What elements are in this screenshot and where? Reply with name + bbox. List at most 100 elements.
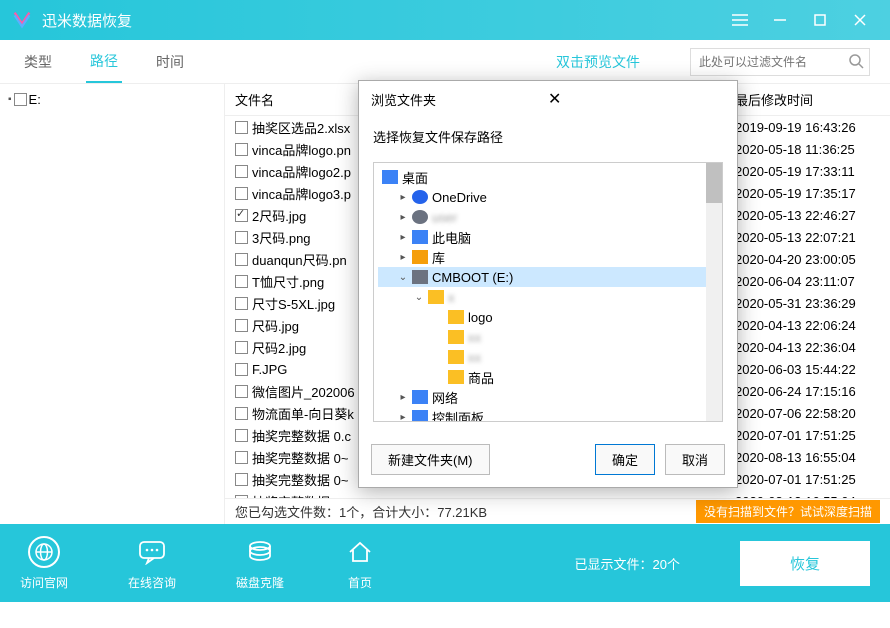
titlebar: 迅米数据恢复 xyxy=(0,0,890,40)
file-name: 抽奖区选品2.xlsx xyxy=(252,118,350,137)
bottom-website[interactable]: 访问官网 xyxy=(20,536,68,591)
file-date: 2020-07-01 17:51:25 xyxy=(725,428,890,443)
tab-path[interactable]: 路径 xyxy=(86,41,122,83)
dialog-title: 浏览文件夹 xyxy=(371,90,548,109)
home-icon xyxy=(344,536,376,568)
checkbox-icon[interactable] xyxy=(235,253,248,266)
file-name: 尺码2.jpg xyxy=(252,338,306,357)
ok-button[interactable]: 确定 xyxy=(595,444,655,475)
tree-thispc[interactable]: ▸此电脑 xyxy=(378,227,718,247)
cancel-button[interactable]: 取消 xyxy=(665,444,725,475)
tree-onedrive[interactable]: ▸OneDrive xyxy=(378,187,718,207)
disk-icon xyxy=(244,536,276,568)
checkbox-icon[interactable] xyxy=(235,385,248,398)
close-button[interactable] xyxy=(840,0,880,40)
tree-controlpanel[interactable]: ▸控制面板 xyxy=(378,407,718,422)
file-date: 2020-07-06 22:58:20 xyxy=(725,406,890,421)
checkbox-icon[interactable] xyxy=(235,143,248,156)
file-name: 抽奖完整数据 0~ xyxy=(252,470,348,489)
file-name: 物流面单-向日葵k xyxy=(252,404,354,423)
file-name: T恤尺寸.png xyxy=(252,272,324,291)
checkbox-icon[interactable] xyxy=(235,297,248,310)
file-name: 2尺码.jpg xyxy=(252,206,306,225)
shown-count: 已显示文件：20个 xyxy=(575,554,680,573)
tab-type[interactable]: 类型 xyxy=(20,42,56,82)
tree-folder-logo[interactable]: logo xyxy=(378,307,718,327)
file-name: F.JPG xyxy=(252,362,287,377)
file-row[interactable]: 抽奖完整数据 0~2020-08-13 16:55:04 xyxy=(225,490,890,498)
checkbox-icon[interactable] xyxy=(235,209,248,222)
folder-tree[interactable]: 桌面 ▸OneDrive ▸user ▸此电脑 ▸库 ⌄CMBOOT (E:) … xyxy=(373,162,723,422)
checkbox-icon[interactable] xyxy=(235,187,248,200)
search-input[interactable] xyxy=(690,48,870,76)
file-date: 2020-06-24 17:15:16 xyxy=(725,384,890,399)
checkbox-icon[interactable] xyxy=(235,231,248,244)
file-name: 抽奖完整数据 0.c xyxy=(252,426,351,445)
maximize-button[interactable] xyxy=(800,0,840,40)
file-date: 2020-05-31 23:36:29 xyxy=(725,296,890,311)
bottom-clone[interactable]: 磁盘克隆 xyxy=(236,536,284,591)
checkbox-icon[interactable] xyxy=(235,363,248,376)
file-date: 2020-05-18 11:36:25 xyxy=(725,142,890,157)
tabbar: 类型 路径 时间 双击预览文件 xyxy=(0,40,890,84)
col-date[interactable]: 最后修改时间 xyxy=(725,84,890,115)
menu-icon[interactable] xyxy=(720,0,760,40)
deep-scan-hint[interactable]: 没有扫描到文件？试试深度扫描 xyxy=(696,500,880,523)
checkbox-icon[interactable] xyxy=(235,451,248,464)
status-text: 您已勾选文件数：1个，合计大小：77.21KB xyxy=(235,502,696,521)
checkbox-icon[interactable] xyxy=(235,473,248,486)
file-date: 2020-05-19 17:35:17 xyxy=(725,186,890,201)
file-date: 2020-07-01 17:51:25 xyxy=(725,472,890,487)
tree-network[interactable]: ▸网络 xyxy=(378,387,718,407)
globe-icon xyxy=(28,536,60,568)
bottom-chat[interactable]: 在线咨询 xyxy=(128,536,176,591)
checkbox-icon[interactable] xyxy=(235,121,248,134)
tree-folder-b2[interactable]: xx xyxy=(378,347,718,367)
chat-icon xyxy=(136,536,168,568)
checkbox-icon[interactable] xyxy=(235,407,248,420)
file-name: 微信图片_202006 xyxy=(252,382,355,401)
checkbox-icon[interactable] xyxy=(235,165,248,178)
dialog-prompt: 选择恢复文件保存路径 xyxy=(373,127,723,146)
checkbox-icon[interactable] xyxy=(235,275,248,288)
file-name: duanqun尺码.pn xyxy=(252,250,347,269)
tree-folder-goods[interactable]: 商品 xyxy=(378,367,718,387)
dialog-close-button[interactable]: ✕ xyxy=(548,89,725,109)
file-date: 2020-04-13 22:36:04 xyxy=(725,340,890,355)
file-date: 2020-05-19 17:33:11 xyxy=(725,164,890,179)
file-name: vinca品牌logo2.p xyxy=(252,162,351,181)
file-date: 2020-05-13 22:07:21 xyxy=(725,230,890,245)
tree-scrollbar[interactable] xyxy=(706,163,722,421)
tree-cmboot[interactable]: ⌄CMBOOT (E:) xyxy=(378,267,718,287)
file-date: 2020-08-13 16:55:04 xyxy=(725,450,890,465)
file-name: 3尺码.png xyxy=(252,228,311,247)
file-name: 尺寸S-5XL.jpg xyxy=(252,294,335,313)
checkbox-icon[interactable] xyxy=(235,319,248,332)
file-name: 尺码.jpg xyxy=(252,316,299,335)
preview-hint: 双击预览文件 xyxy=(556,52,640,72)
drive-tree: ▪ E: xyxy=(0,84,225,524)
file-date: 2020-04-20 23:00:05 xyxy=(725,252,890,267)
tab-time[interactable]: 时间 xyxy=(152,42,188,82)
file-name: 抽奖完整数据 0~ xyxy=(252,448,348,467)
search-icon[interactable] xyxy=(848,53,864,74)
tree-user[interactable]: ▸user xyxy=(378,207,718,227)
recover-button[interactable]: 恢复 xyxy=(740,541,870,586)
file-date: 2019-09-19 16:43:26 xyxy=(725,120,890,135)
checkbox-icon[interactable] xyxy=(235,429,248,442)
new-folder-button[interactable]: 新建文件夹(M) xyxy=(371,444,490,475)
tree-root-e[interactable]: ▪ E: xyxy=(8,92,216,107)
file-name: vinca品牌logo.pn xyxy=(252,140,351,159)
app-logo xyxy=(10,8,34,32)
bottombar: 访问官网 在线咨询 磁盘克隆 首页 已显示文件：20个 恢复 xyxy=(0,524,890,602)
tree-library[interactable]: ▸库 xyxy=(378,247,718,267)
file-date: 2020-06-04 23:11:07 xyxy=(725,274,890,289)
checkbox-icon[interactable] xyxy=(235,341,248,354)
minimize-button[interactable] xyxy=(760,0,800,40)
file-date: 2020-06-03 15:44:22 xyxy=(725,362,890,377)
bottom-home[interactable]: 首页 xyxy=(344,536,376,591)
tree-folder-1[interactable]: ⌄x xyxy=(378,287,718,307)
tree-folder-b1[interactable]: xx xyxy=(378,327,718,347)
tree-desktop[interactable]: 桌面 xyxy=(378,167,718,187)
browse-folder-dialog: 浏览文件夹 ✕ 选择恢复文件保存路径 桌面 ▸OneDrive ▸user ▸此… xyxy=(358,80,738,488)
